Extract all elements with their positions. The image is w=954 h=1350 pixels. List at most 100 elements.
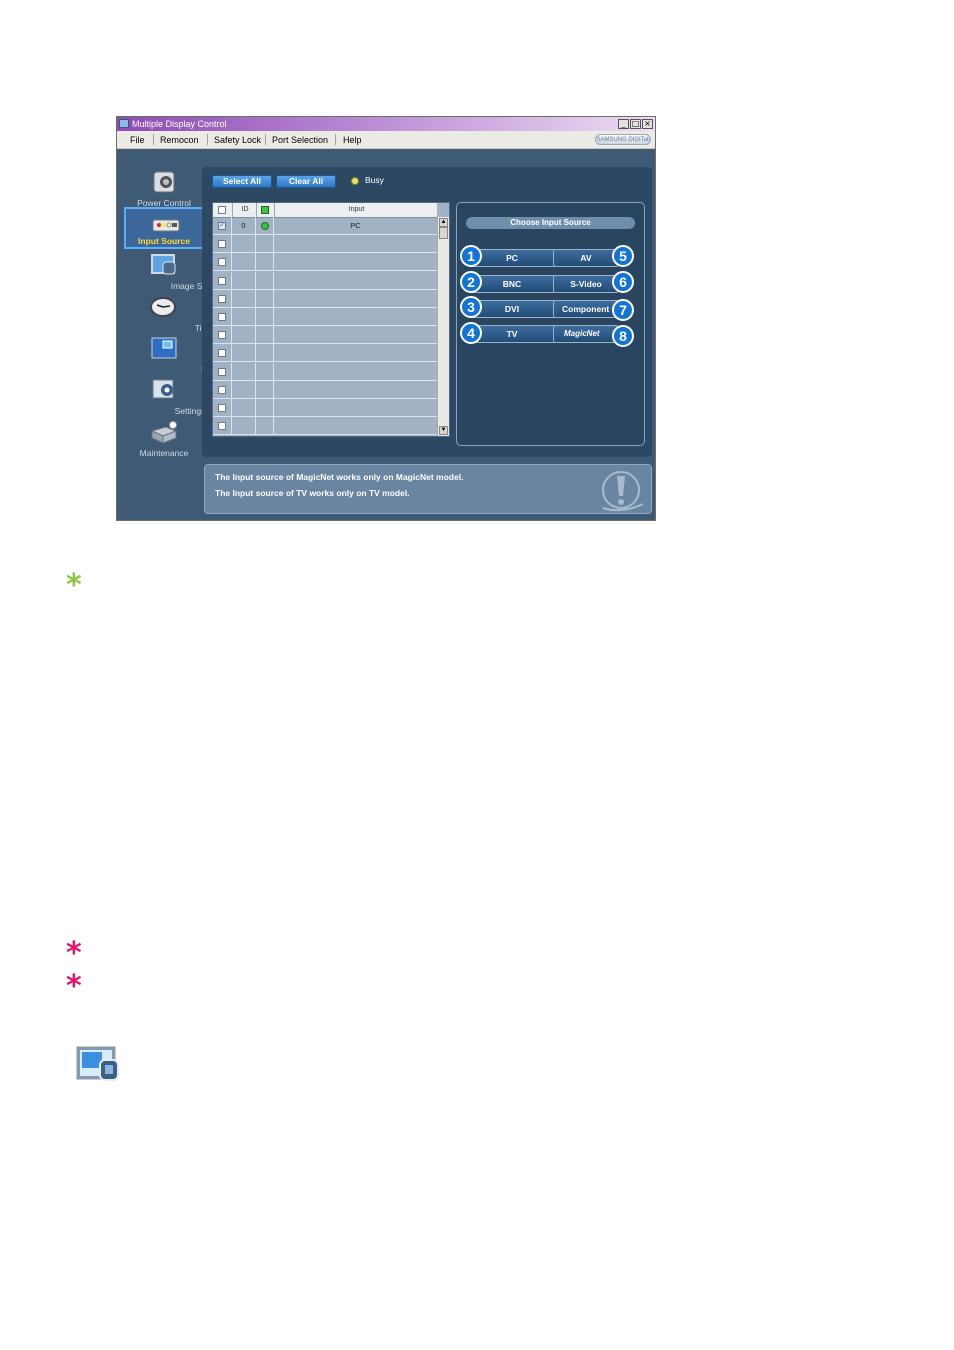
sidebar-item-label: Maintenance: [139, 448, 189, 458]
row-checkbox[interactable]: [218, 294, 226, 303]
row-checkbox[interactable]: [218, 331, 226, 340]
table-row[interactable]: [213, 271, 437, 290]
scroll-thumb[interactable]: [439, 227, 448, 239]
row-input-cell: [274, 308, 437, 325]
callout-number-5: 5: [612, 245, 634, 267]
sidebar-item-power-control[interactable]: Power Control: [124, 167, 204, 209]
display-table: ID Input ✓ 0 PC ▲ ▼: [212, 202, 450, 437]
row-checkbox[interactable]: [218, 385, 226, 394]
row-checkbox[interactable]: [218, 313, 226, 321]
table-row[interactable]: ✓ 0 PC: [213, 217, 437, 235]
row-input-cell: [274, 235, 437, 252]
row-select-cell: [213, 417, 232, 435]
row-checkbox[interactable]: ✓: [218, 222, 226, 230]
menu-safety-lock[interactable]: Safety Lock: [214, 135, 261, 145]
row-checkbox[interactable]: [218, 240, 226, 249]
maintenance-icon: [150, 421, 178, 444]
image-size-icon: [76, 1046, 119, 1081]
callout-number-4: 4: [460, 322, 482, 344]
row-select-cell: [213, 235, 232, 253]
row-id-cell: [232, 271, 256, 289]
scroll-down-icon[interactable]: ▼: [439, 426, 448, 435]
row-status-cell: [256, 380, 274, 398]
source-component-button[interactable]: Component: [553, 300, 619, 318]
source-svideo-button[interactable]: S-Video: [553, 275, 619, 293]
row-checkbox[interactable]: [218, 276, 226, 285]
row-select-cell: [213, 344, 232, 362]
table-row[interactable]: [213, 362, 437, 381]
menu-remocon[interactable]: Remocon: [160, 135, 199, 145]
table-scrollbar[interactable]: ▲ ▼: [437, 217, 449, 436]
callout-number-2: 2: [460, 271, 482, 293]
header-input: Input: [274, 203, 438, 217]
table-row[interactable]: [213, 399, 437, 417]
table-row[interactable]: [213, 326, 437, 345]
sidebar-item-input-source[interactable]: Input Source: [124, 207, 204, 249]
row-input-cell: [274, 381, 437, 398]
table-row[interactable]: [213, 235, 437, 254]
row-input-cell: [274, 326, 437, 343]
row-checkbox[interactable]: [218, 349, 226, 358]
table-row[interactable]: [213, 344, 437, 363]
choose-input-source-heading: Choose Input Source: [466, 217, 635, 229]
sidebar-item-label: Input Source: [138, 236, 190, 246]
row-select-cell: [213, 289, 232, 307]
row-status-cell: [256, 344, 274, 362]
menu-help[interactable]: Help: [343, 135, 362, 145]
row-status-cell: [256, 362, 274, 380]
row-status-cell: [256, 417, 274, 435]
main-panel: Select All Clear All Busy ID Input ✓ 0 PC …: [202, 167, 652, 457]
menu-port-selection[interactable]: Port Selection: [272, 135, 328, 145]
sidebar-item-pip[interactable]: PIP: [124, 333, 215, 375]
row-status-cell: [256, 235, 274, 253]
source-av-button[interactable]: AV: [553, 249, 619, 267]
row-id-cell: [232, 362, 256, 380]
table-row[interactable]: [213, 380, 437, 399]
choose-input-source-panel: Choose Input Source PC BNC DVI TV AV S-V…: [456, 202, 645, 446]
row-id-cell: [232, 344, 256, 362]
menu-file[interactable]: File: [130, 135, 145, 145]
scroll-up-icon[interactable]: ▲: [439, 218, 448, 227]
sidebar-item-maintenance[interactable]: Maintenance: [124, 417, 204, 459]
callout-number-6: 6: [612, 271, 634, 293]
settings-icon: [152, 379, 174, 399]
info-line-tv: The Input source of TV works only on TV …: [215, 488, 410, 498]
table-row[interactable]: [213, 289, 437, 308]
row-checkbox[interactable]: [218, 367, 226, 376]
row-checkbox[interactable]: [218, 422, 226, 431]
busy-indicator-icon: [351, 177, 359, 185]
select-all-checkbox[interactable]: [218, 206, 226, 214]
row-checkbox[interactable]: [218, 258, 226, 267]
input-source-icon: [152, 219, 180, 232]
select-all-button[interactable]: Select All: [212, 175, 272, 188]
row-input-cell: PC: [350, 221, 361, 230]
row-select-cell: [213, 253, 232, 271]
maximize-button[interactable]: □: [630, 119, 641, 129]
sidebar-item-image-size[interactable]: Image Size: [124, 250, 213, 292]
source-magicnet-button[interactable]: MagicNet: [553, 325, 619, 343]
window-title: Multiple Display Control: [132, 119, 227, 129]
status-header-icon: [261, 206, 269, 214]
sidebar-item-settings[interactable]: Settings: [124, 375, 205, 417]
info-message-panel: The Input source of MagicNet works only …: [204, 464, 652, 514]
minimize-button[interactable]: _: [618, 119, 629, 129]
row-input-cell: [274, 417, 437, 434]
app-window: Multiple Display Control _ □ × File Remo…: [116, 116, 656, 521]
row-id-cell: [232, 235, 256, 253]
clear-all-button[interactable]: Clear All: [276, 175, 336, 188]
row-select-cell: [213, 399, 232, 416]
pip-icon: [151, 337, 177, 359]
row-id-cell: [232, 253, 256, 271]
row-status-cell: [256, 399, 274, 416]
close-button[interactable]: ×: [642, 119, 653, 129]
row-status-cell: [256, 289, 274, 307]
table-row[interactable]: [213, 417, 437, 436]
row-id-cell: [232, 399, 256, 416]
table-row[interactable]: [213, 253, 437, 272]
row-select-cell: [213, 380, 232, 398]
sidebar-item-time[interactable]: Time: [124, 292, 213, 334]
row-id-cell: [232, 380, 256, 398]
row-checkbox[interactable]: [218, 404, 226, 412]
table-row[interactable]: [213, 308, 437, 326]
time-icon: [150, 297, 176, 317]
